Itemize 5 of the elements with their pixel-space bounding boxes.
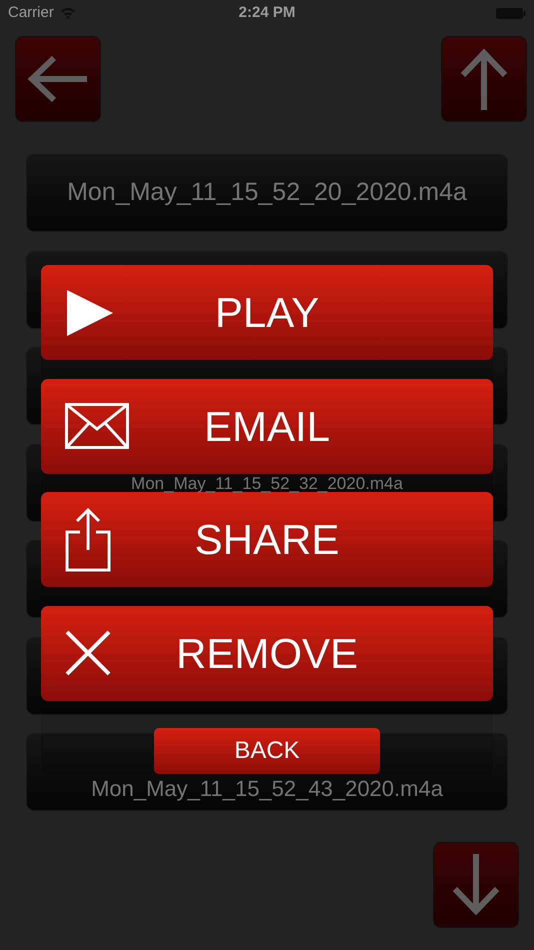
file-name: Mon_May_11_15_52_43_2020.m4a [91, 776, 443, 802]
carrier-label: Carrier [8, 2, 54, 23]
file-name: Mon_May_11_15_52_20_2020.m4a [67, 177, 467, 208]
file-name: Mon_May_11_15_52_32_2020.m4a [131, 474, 403, 492]
clock-time: 2:24 PM [238, 2, 296, 23]
